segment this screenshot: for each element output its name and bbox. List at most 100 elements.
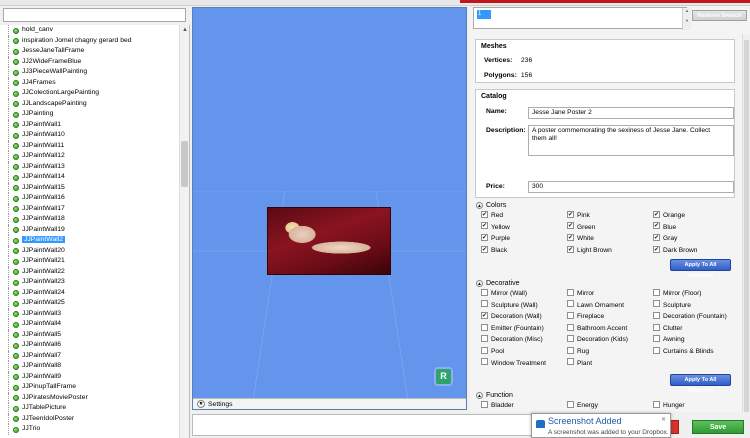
- tree-item[interactable]: JJPaintWall12: [0, 151, 178, 162]
- tree-item[interactable]: JJColectionLargePainting: [0, 88, 178, 99]
- colors-option[interactable]: Light Brown: [567, 245, 612, 256]
- colors-option[interactable]: Blue: [653, 221, 676, 233]
- tree-scroll-thumb[interactable]: [181, 141, 188, 187]
- checkbox[interactable]: [567, 311, 574, 319]
- checkbox[interactable]: [567, 400, 574, 408]
- colors-header[interactable]: ▲ Colors: [475, 201, 735, 211]
- tree-item[interactable]: JJPaintWall24: [0, 287, 178, 298]
- function-header[interactable]: ▲ Function: [475, 391, 735, 401]
- function-option[interactable]: Energy: [567, 400, 598, 411]
- checkbox[interactable]: [653, 400, 660, 408]
- tree-item[interactable]: JJLandscapePainting: [0, 98, 178, 109]
- decorative-option[interactable]: Decoration (Fountain): [653, 311, 727, 322]
- decorative-option[interactable]: Mirror: [567, 288, 594, 299]
- colors-option[interactable]: Orange: [653, 210, 685, 221]
- decorative-option[interactable]: Bathroom Accent: [567, 323, 627, 334]
- colors-apply-button[interactable]: Apply To All Swatches: [670, 259, 731, 279]
- tree-item[interactable]: JJPainting: [0, 109, 178, 120]
- decorative-apply-button[interactable]: Apply To All Swatches: [670, 374, 731, 394]
- checkbox[interactable]: [653, 210, 660, 220]
- checkbox[interactable]: [481, 311, 488, 321]
- reset-view-icon[interactable]: R: [436, 369, 451, 384]
- tree-item[interactable]: JJPaintWall2: [0, 235, 178, 246]
- properties-scroll-thumb[interactable]: [744, 40, 749, 420]
- tree-item[interactable]: JJPaintWall15: [0, 182, 178, 193]
- checkbox[interactable]: [567, 358, 574, 366]
- checkbox[interactable]: [481, 245, 488, 255]
- properties-scrollbar[interactable]: [742, 34, 750, 438]
- checkbox[interactable]: [567, 288, 574, 296]
- checkbox[interactable]: [653, 245, 660, 255]
- tree-item[interactable]: JJPaintWall13: [0, 161, 178, 172]
- tree-item[interactable]: JJPaintWall22: [0, 266, 178, 277]
- checkbox[interactable]: [481, 358, 488, 366]
- checkbox[interactable]: [567, 346, 574, 354]
- swatch-scrollbar[interactable]: ▲ ▼: [682, 8, 691, 30]
- tree-item[interactable]: JJPaintWall23: [0, 277, 178, 288]
- decorative-option[interactable]: Window Treatment: [481, 358, 546, 369]
- checkbox[interactable]: [567, 300, 574, 308]
- checkbox[interactable]: [481, 233, 488, 243]
- description-field[interactable]: A poster commemorating the sexiness of J…: [528, 125, 734, 156]
- swatch-list[interactable]: 1 ▲ ▼: [473, 7, 691, 30]
- checkbox[interactable]: [653, 288, 660, 296]
- tree-item[interactable]: JJTrio: [0, 424, 178, 435]
- colors-option[interactable]: Pink: [567, 210, 590, 221]
- tree-scrollbar[interactable]: ▲: [179, 25, 189, 438]
- checkbox[interactable]: [653, 300, 660, 308]
- tree-item[interactable]: JJTablePicture: [0, 403, 178, 414]
- decorative-option[interactable]: Sculpture (Wall): [481, 300, 538, 311]
- close-icon[interactable]: ✕: [661, 416, 666, 423]
- colors-option[interactable]: Purple: [481, 233, 510, 244]
- colors-option[interactable]: Dark Brown: [653, 245, 697, 256]
- decorative-option[interactable]: Plant: [567, 358, 592, 369]
- dropbox-notification[interactable]: Screenshot Added A screenshot was added …: [531, 413, 671, 438]
- checkbox[interactable]: [481, 323, 488, 331]
- function-option[interactable]: Bladder: [481, 400, 514, 411]
- colors-option[interactable]: Red: [481, 210, 503, 221]
- decorative-header[interactable]: ▲ Decorative: [475, 279, 735, 289]
- colors-option[interactable]: Yellow: [481, 221, 510, 233]
- tree-item[interactable]: JJPaintWall1: [0, 119, 178, 130]
- decorative-option[interactable]: Clutter: [653, 323, 682, 334]
- decorative-option[interactable]: Curtains & Blinds: [653, 346, 714, 357]
- tree-filter-input[interactable]: [3, 8, 186, 22]
- tree-item[interactable]: JJPaintWall8: [0, 361, 178, 372]
- price-field[interactable]: 300: [528, 181, 734, 193]
- checkbox[interactable]: [653, 233, 660, 243]
- status-field[interactable]: [192, 414, 532, 436]
- viewport-settings-toggle[interactable]: ▼ Settings: [193, 398, 466, 409]
- decorative-option[interactable]: Decoration (Misc): [481, 335, 543, 345]
- tree-item[interactable]: JJPiratesMoviePoster: [0, 392, 178, 403]
- checkbox[interactable]: [481, 335, 488, 343]
- decorative-option[interactable]: Pool: [481, 346, 504, 357]
- tree-item[interactable]: JJPaintWall6: [0, 340, 178, 351]
- checkbox[interactable]: [481, 210, 488, 220]
- tree-item[interactable]: JJPaintWall10: [0, 130, 178, 141]
- decorative-option[interactable]: Mirror (Floor): [653, 288, 701, 299]
- tree-item[interactable]: JJPaintWall25: [0, 298, 178, 309]
- tree-item[interactable]: JJPaintWall14: [0, 172, 178, 183]
- colors-option[interactable]: Black: [481, 245, 507, 256]
- checkbox[interactable]: [567, 245, 574, 255]
- decorative-option[interactable]: Decoration (Kids): [567, 335, 628, 345]
- tree-item[interactable]: JJPaintWall16: [0, 193, 178, 204]
- checkbox[interactable]: [653, 335, 660, 343]
- tree-item[interactable]: JJPaintWall3: [0, 308, 178, 319]
- tree-item[interactable]: JJPinupTallFrame: [0, 382, 178, 393]
- tree-item[interactable]: JJ2WideFrameBlue: [0, 56, 178, 67]
- save-button[interactable]: Save: [692, 420, 744, 434]
- tree-item[interactable]: hold_canv: [0, 25, 178, 36]
- decorative-option[interactable]: Rug: [567, 346, 589, 357]
- decorative-option[interactable]: Lawn Ornament: [567, 300, 624, 311]
- tree-item[interactable]: JJ3PieceWallPainting: [0, 67, 178, 78]
- tree-item[interactable]: JJPaintWall21: [0, 256, 178, 267]
- tree-item[interactable]: inspiration Jomel chagny gerard bed: [0, 35, 178, 46]
- checkbox[interactable]: [567, 221, 574, 231]
- checkbox[interactable]: [567, 233, 574, 243]
- remove-swatch-button[interactable]: Remove Swatch: [692, 10, 747, 21]
- function-option[interactable]: Hunger: [653, 400, 685, 411]
- colors-option[interactable]: Green: [567, 221, 595, 233]
- colors-option[interactable]: Gray: [653, 233, 677, 244]
- decorative-option[interactable]: Fireplace: [567, 311, 604, 322]
